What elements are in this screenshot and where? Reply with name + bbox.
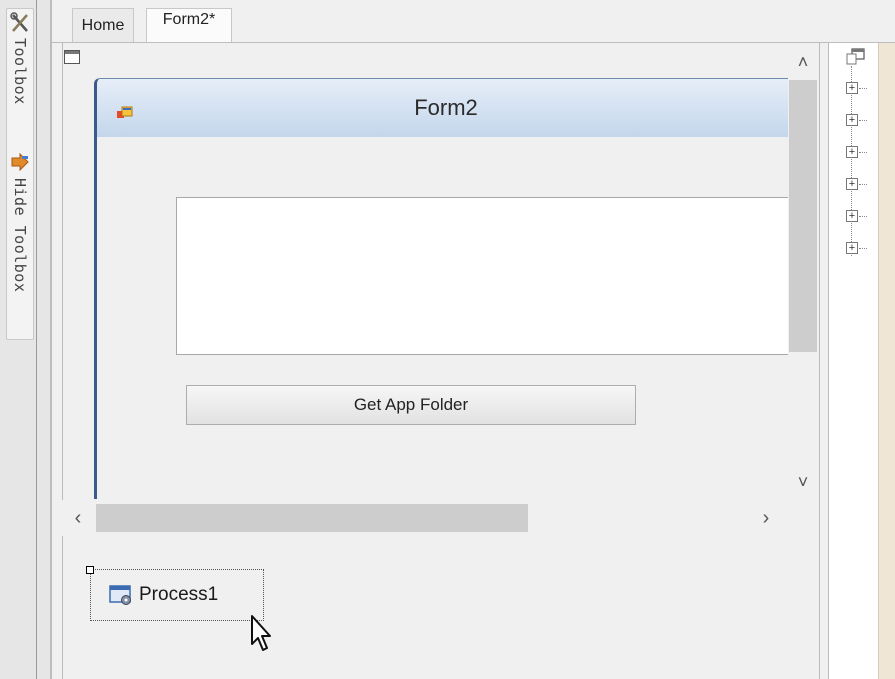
tree-expander[interactable]: +: [846, 242, 858, 254]
get-app-folder-button[interactable]: Get App Folder: [186, 385, 636, 425]
tree-expander[interactable]: +: [846, 178, 858, 190]
tab-form2[interactable]: Form2*: [146, 8, 232, 42]
mouse-cursor-icon: [251, 615, 271, 651]
tree-expander[interactable]: +: [846, 146, 858, 158]
process-icon: [109, 585, 131, 605]
process1-label: Process1: [139, 584, 219, 605]
tree-branch: [859, 248, 867, 249]
text-box[interactable]: [176, 197, 795, 355]
tree-expander[interactable]: +: [846, 114, 858, 126]
vertical-scroll-thumb[interactable]: [789, 80, 817, 352]
tree-connector: [851, 66, 852, 256]
tree-expander[interactable]: +: [846, 82, 858, 94]
selection-handle[interactable]: [86, 566, 94, 574]
process1-component[interactable]: Process1: [90, 569, 264, 621]
document-outline-panel: [828, 43, 879, 679]
toolbox-tab-label: Toolbox: [11, 38, 29, 105]
tree-branch: [859, 216, 867, 217]
toolbox-icon: [10, 12, 28, 32]
strip-divider: [50, 0, 52, 679]
form-title: Form2: [414, 95, 478, 120]
tree-root-icon: [846, 48, 865, 65]
panel-edge: [878, 43, 895, 679]
scroll-down-icon[interactable]: ˅: [790, 472, 816, 492]
scroll-right-icon[interactable]: ›: [756, 506, 776, 530]
tree-branch: [859, 120, 867, 121]
horizontal-scroll-thumb[interactable]: [96, 504, 528, 532]
hide-toolbox-icon: [11, 152, 29, 172]
form2-window[interactable]: Form2 Get App Folder: [94, 78, 795, 499]
scroll-up-icon[interactable]: ˄: [790, 52, 816, 72]
hide-toolbox-tab-label: Hide Toolbox: [11, 178, 29, 293]
scroll-left-icon[interactable]: ‹: [68, 506, 88, 530]
tree-expander[interactable]: +: [846, 210, 858, 222]
tab-home[interactable]: Home: [72, 8, 134, 42]
strip-divider: [36, 0, 37, 679]
form-icon: [117, 106, 133, 118]
hide-toolbox-tab[interactable]: Hide Toolbox: [8, 152, 32, 292]
tree-branch: [859, 152, 867, 153]
tree-branch: [859, 184, 867, 185]
toolbox-tab[interactable]: Toolbox: [8, 12, 32, 105]
tree-branch: [859, 88, 867, 89]
window-corner-icon: [64, 50, 80, 64]
